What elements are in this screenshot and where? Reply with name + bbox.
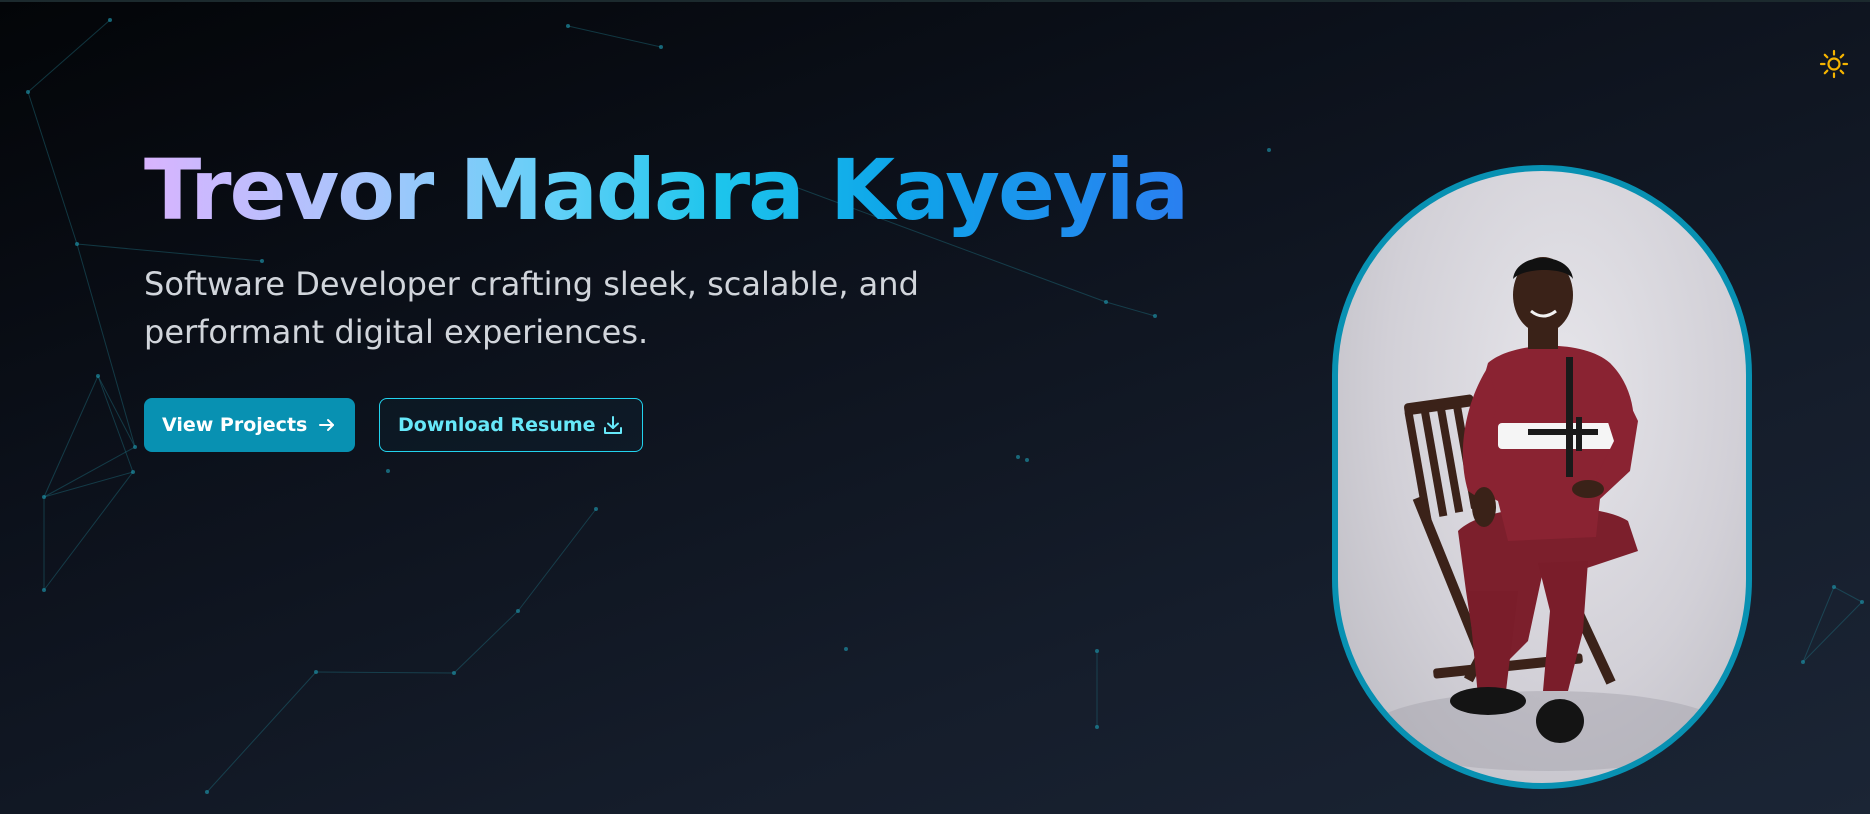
hero-title: Trevor Madara Kayeyia xyxy=(144,141,1189,239)
view-projects-button[interactable]: View Projects xyxy=(144,398,355,452)
hero-subtitle: Software Developer crafting sleek, scala… xyxy=(144,265,919,351)
download-resume-label: Download Resume xyxy=(398,414,596,436)
hero-section: Trevor Madara Kayeyia Software Developer… xyxy=(144,140,1189,356)
theme-toggle-button[interactable] xyxy=(1818,48,1850,80)
download-icon xyxy=(602,414,624,436)
arrow-right-icon xyxy=(317,415,337,435)
hero-actions: View Projects Download Resume xyxy=(144,398,643,452)
profile-portrait xyxy=(1332,165,1752,789)
portrait-illustration xyxy=(1368,257,1728,771)
view-projects-label: View Projects xyxy=(162,414,308,436)
download-resume-button[interactable]: Download Resume xyxy=(379,398,643,452)
sun-icon xyxy=(1819,49,1849,79)
